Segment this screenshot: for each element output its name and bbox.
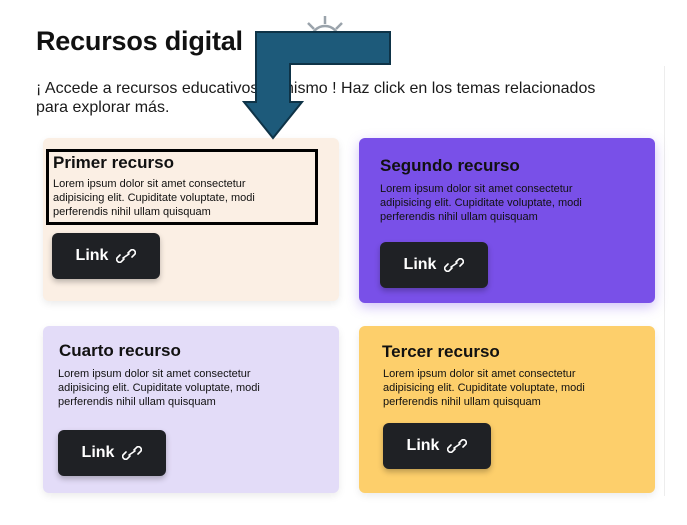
card-description: Lorem ipsum dolor sit amet consectetur a…: [383, 368, 585, 408]
link-icon: [122, 446, 143, 460]
link-icon: [444, 258, 465, 272]
link-button-label: Link: [406, 437, 440, 454]
page-title: Recursos digital: [36, 26, 243, 56]
content-edge-divider: [664, 66, 665, 496]
resource-card-segundo: Segundo recurso Lorem ipsum dolor sit am…: [359, 138, 655, 303]
link-icon: [116, 249, 137, 263]
link-button[interactable]: Link: [52, 233, 160, 279]
card-description: Lorem ipsum dolor sit amet consectetur a…: [53, 178, 255, 218]
link-button-label: Link: [81, 444, 115, 461]
link-button[interactable]: Link: [58, 430, 166, 476]
card-title: Tercer recurso: [382, 342, 500, 361]
card-description: Lorem ipsum dolor sit amet consectetur a…: [58, 368, 260, 408]
resource-card-cuarto: Cuarto recurso Lorem ipsum dolor sit ame…: [43, 326, 339, 493]
card-title: Segundo recurso: [380, 156, 520, 175]
link-button-label: Link: [75, 247, 109, 264]
link-button-label: Link: [403, 256, 437, 273]
link-icon: [447, 439, 468, 453]
link-button[interactable]: Link: [383, 423, 491, 469]
card-description: Lorem ipsum dolor sit amet consectetur a…: [380, 183, 582, 223]
resource-card-primer: Primer recurso Lorem ipsum dolor sit ame…: [43, 138, 339, 301]
card-title: Primer recurso: [53, 153, 174, 172]
card-title: Cuarto recurso: [59, 341, 181, 360]
resource-card-tercer: Tercer recurso Lorem ipsum dolor sit ame…: [359, 326, 655, 493]
pointer-arrow-icon: [242, 31, 391, 140]
link-button[interactable]: Link: [380, 242, 488, 288]
